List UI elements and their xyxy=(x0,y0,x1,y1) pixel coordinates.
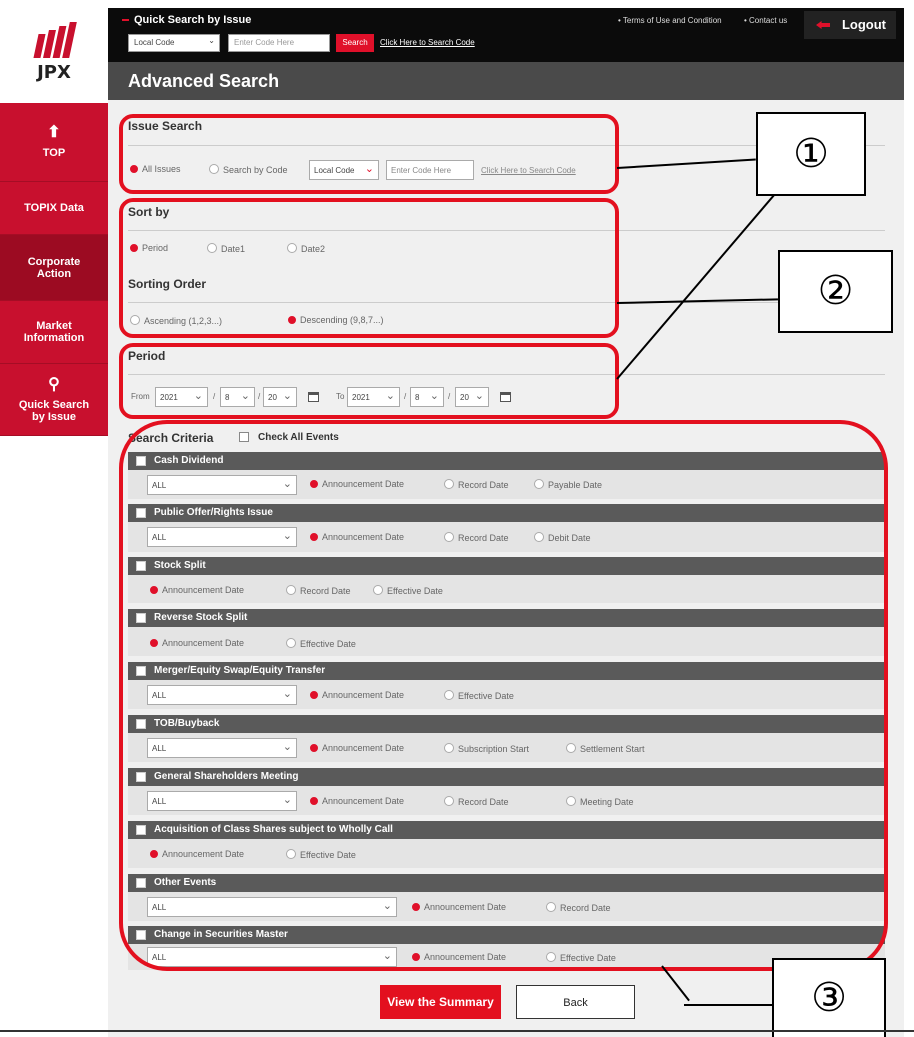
search-icon: ⚲ xyxy=(48,375,60,393)
annotation-label-2: ② xyxy=(778,250,893,333)
bottom-border xyxy=(0,1030,914,1032)
sidebar-item-label: Quick Search by Issue xyxy=(18,398,90,423)
top-search-button[interactable]: Search xyxy=(336,34,374,52)
annotation-label-1: ① xyxy=(756,112,866,196)
logout-icon xyxy=(816,21,830,29)
sidebar-item-label: Corporate Action xyxy=(27,255,81,280)
page-title: Advanced Search xyxy=(128,71,280,91)
page-header: Advanced Search xyxy=(108,62,904,100)
annotation-highlight-3 xyxy=(119,343,619,419)
sidebar: JPX ⬆ TOP TOPIX Data Corporate Action Ma… xyxy=(0,0,108,1037)
annotation-connector xyxy=(684,1004,776,1006)
sidebar-item-label: TOPIX Data xyxy=(24,202,84,214)
logout-button[interactable]: Logout xyxy=(804,11,896,39)
quick-search-title: Quick Search by Issue xyxy=(122,14,251,26)
annotation-highlight-1 xyxy=(119,114,619,194)
back-button[interactable]: Back xyxy=(516,985,635,1019)
contact-link[interactable]: • Contact us xyxy=(744,16,787,25)
annotation-highlight-4 xyxy=(119,420,888,971)
top-code-select[interactable]: Local Code ⌄ xyxy=(128,34,220,52)
jpx-logo[interactable]: JPX xyxy=(0,0,108,103)
annotation-highlight-2 xyxy=(119,198,619,338)
sidebar-item-topix-data[interactable]: TOPIX Data xyxy=(0,182,108,235)
top-code-input[interactable]: Enter Code Here xyxy=(228,34,330,52)
view-summary-button[interactable]: View the Summary xyxy=(380,985,501,1019)
sidebar-item-quick-search[interactable]: ⚲ Quick Search by Issue xyxy=(0,364,108,436)
sidebar-item-label: Market Information xyxy=(23,320,85,344)
logout-label: Logout xyxy=(841,17,886,32)
top-search-code-link[interactable]: Click Here to Search Code xyxy=(380,38,475,47)
sidebar-item-label: TOP xyxy=(42,147,66,159)
top-bar: Quick Search by Issue Local Code ⌄ Enter … xyxy=(108,8,904,62)
top-code-select-value: Local Code xyxy=(134,38,175,47)
annotation-label-3: ③ xyxy=(772,958,886,1037)
chevron-down-icon: ⌄ xyxy=(208,36,215,45)
sidebar-item-corporate-action[interactable]: Corporate Action xyxy=(0,235,108,301)
terms-link[interactable]: • Terms of Use and Condition xyxy=(618,16,722,25)
home-icon: ⬆ xyxy=(47,124,61,141)
logo-mark xyxy=(33,22,77,58)
sidebar-item-top[interactable]: ⬆ TOP xyxy=(0,103,108,182)
logo-text: JPX xyxy=(37,62,71,83)
sidebar-item-market-information[interactable]: Market Information xyxy=(0,301,108,364)
